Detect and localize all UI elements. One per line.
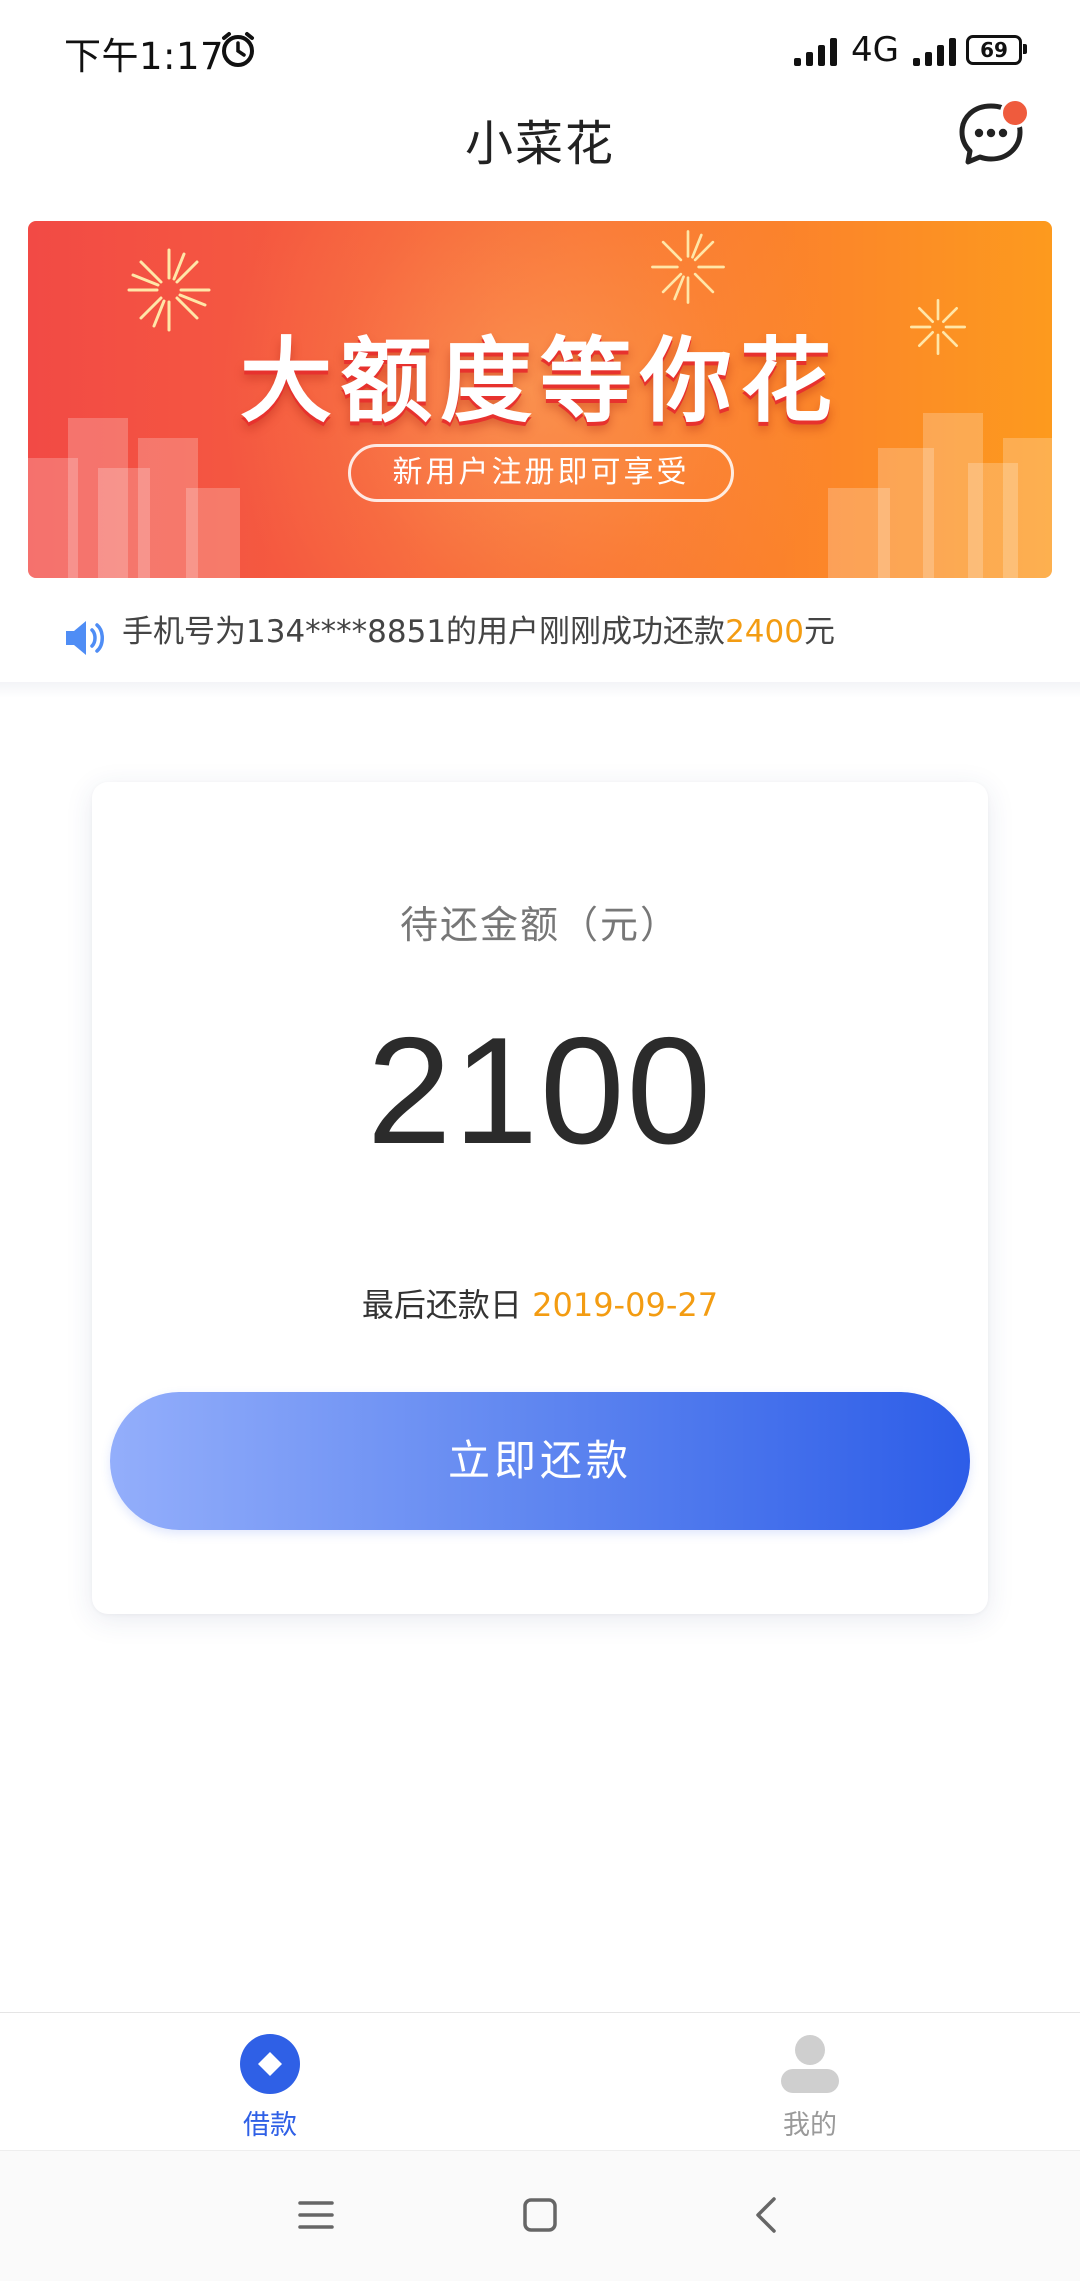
notice-amount: 2400 — [725, 614, 804, 650]
banner-title: 大额度等你花 — [239, 328, 840, 435]
banner-building — [1003, 438, 1052, 578]
notice-prefix: 手机号为134****8851的用户刚刚成功还款 — [122, 614, 726, 650]
battery-icon: 69 — [966, 35, 1027, 65]
page-title: 小菜花 — [464, 116, 615, 172]
repayment-card: 待还金额（元） 2100 最后还款日 2019-09-27 立即还款 — [92, 782, 988, 1614]
battery-level: 69 — [980, 38, 1008, 62]
nav-item-me[interactable]: 我的 — [710, 2033, 910, 2142]
notice-suffix: 元 — [803, 614, 835, 650]
network-type: 4G — [851, 30, 899, 70]
due-amount-value: 2100 — [366, 1006, 714, 1176]
repay-now-button[interactable]: 立即还款 — [110, 1392, 970, 1530]
system-nav-bar — [0, 2150, 1080, 2281]
user-icon — [781, 2035, 839, 2093]
promo-banner[interactable]: 大额度等你花 新用户注册即可享受 — [28, 221, 1052, 578]
notice-ticker: 手机号为134****8851的用户刚刚成功还款2400元 — [0, 590, 1080, 682]
back-icon[interactable] — [744, 2191, 792, 2239]
speaker-icon — [66, 621, 104, 655]
signal-icon — [794, 34, 838, 66]
alarm-icon — [222, 32, 254, 67]
menu-icon[interactable] — [292, 2191, 340, 2239]
due-amount-label: 待还金额（元） — [399, 903, 680, 947]
app-header: 小菜花 — [0, 98, 1080, 220]
notice-text: 手机号为134****8851的用户刚刚成功还款2400元 — [122, 606, 835, 651]
home-icon[interactable] — [516, 2191, 564, 2239]
nav-item-loan[interactable]: 借款 — [170, 2033, 370, 2142]
banner-building — [186, 488, 240, 578]
due-date-value: 2019-09-27 — [532, 1286, 719, 1324]
bottom-nav: 借款 我的 — [0, 2012, 1080, 2151]
nav-label-me: 我的 — [783, 2110, 837, 2141]
notice-divider — [0, 682, 1080, 698]
signal-icon-2 — [913, 34, 956, 66]
nav-label-loan: 借款 — [243, 2110, 297, 2141]
status-bar: 下午1:17 4G 69 — [0, 0, 1080, 100]
due-date-label: 最后还款日 — [361, 1286, 522, 1324]
banner-subtitle: 新用户注册即可享受 — [348, 444, 734, 502]
status-time: 下午1:17 — [64, 35, 225, 78]
notification-dot — [1000, 98, 1030, 128]
loan-icon — [240, 2034, 300, 2094]
status-indicators: 4G 69 — [794, 30, 1027, 70]
due-date-row: 最后还款日 2019-09-27 — [92, 1280, 988, 1326]
firework-icon — [651, 230, 725, 304]
